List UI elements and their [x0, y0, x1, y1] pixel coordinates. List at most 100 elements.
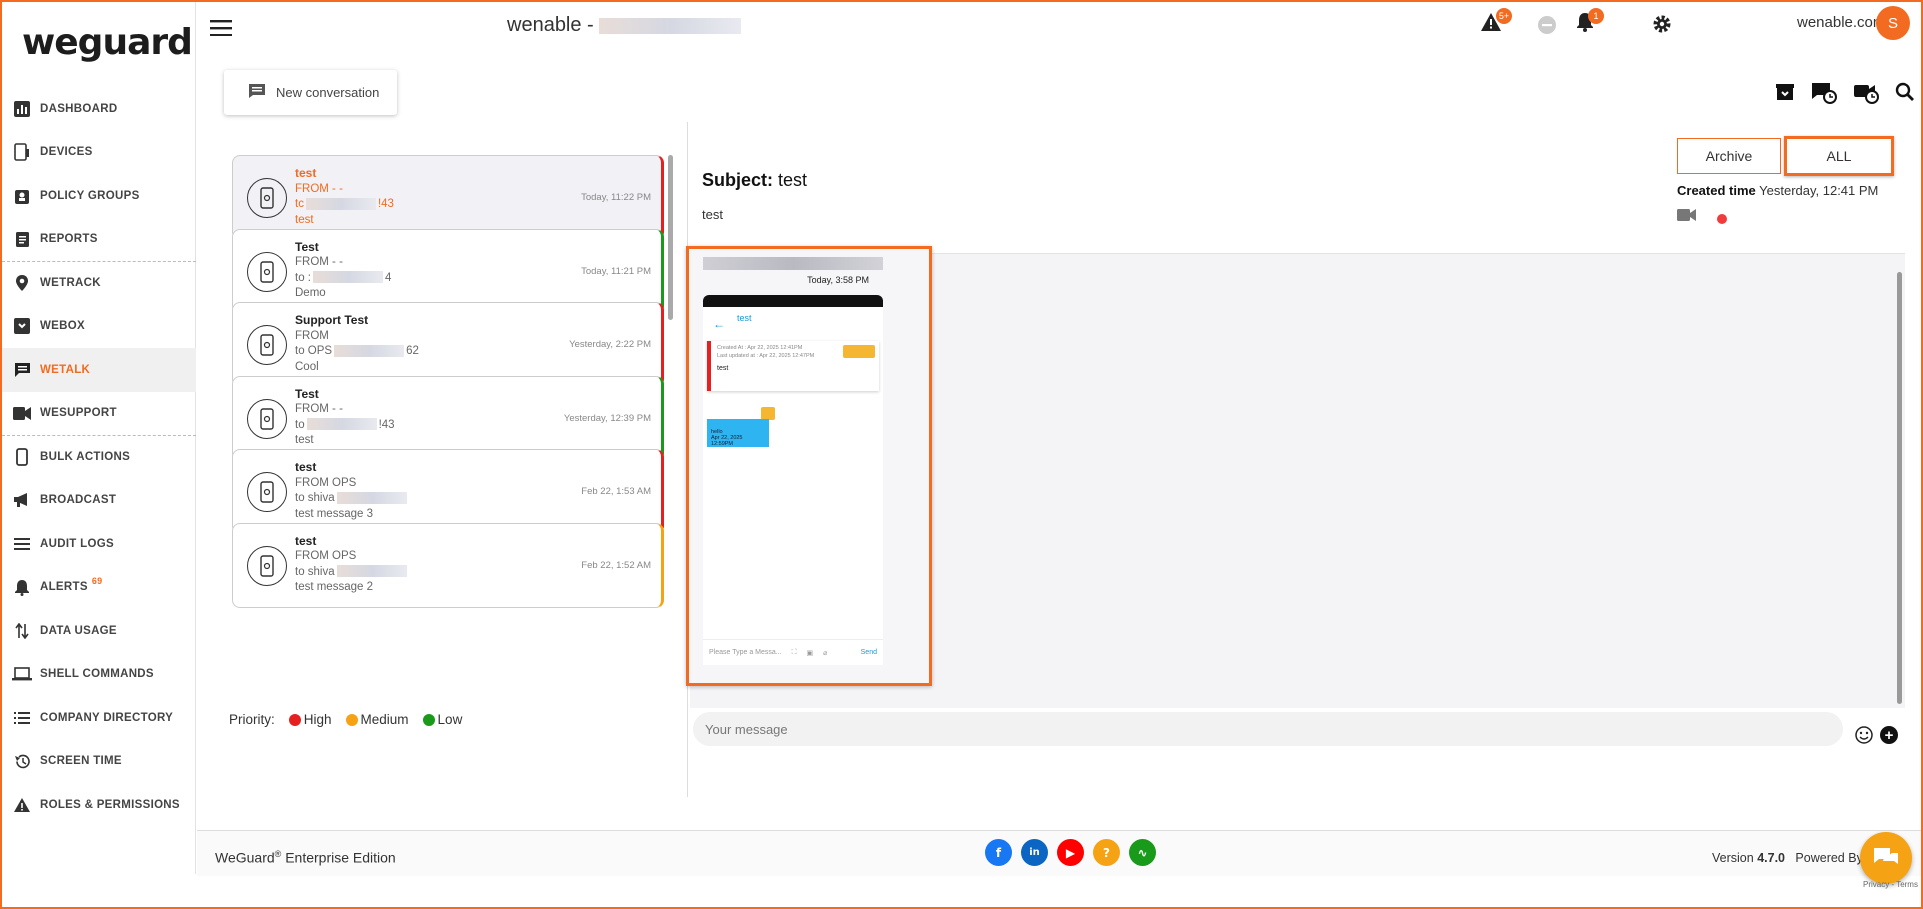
sidebar-item-label: DASHBOARD	[40, 102, 118, 115]
add-attachment-icon[interactable]: +	[1880, 726, 1898, 744]
conversation-to-row: to !43	[295, 418, 395, 434]
sidebar-item-dashboard[interactable]: DASHBOARD	[2, 87, 196, 131]
priority-low-dot	[422, 713, 435, 726]
emoji-icon[interactable]	[1855, 726, 1873, 749]
user-avatar[interactable]: S	[1876, 6, 1910, 40]
sidebar-item-label: DATA USAGE	[40, 624, 117, 637]
all-button[interactable]: ALL	[1784, 136, 1894, 176]
attached-phone-screenshot[interactable]: ← test Created At : Apr 22, 2025 12:41PM…	[703, 295, 883, 665]
sidebar-item-shell-commands[interactable]: SHELL COMMANDS	[2, 653, 196, 697]
device-avatar-icon	[247, 398, 287, 439]
sidebar-item-roles-permissions[interactable]: ROLES & PERMISSIONS	[2, 783, 196, 827]
search-icon[interactable]	[1895, 82, 1915, 109]
facebook-icon[interactable]: f	[985, 839, 1012, 866]
footer-version: Version 4.7.0 Powered By	[1712, 851, 1863, 865]
sidebar-item-webox[interactable]: WEBOX	[2, 305, 196, 349]
sidebar-item-audit-logs[interactable]: AUDIT LOGS	[2, 522, 196, 566]
redacted-recipient	[312, 271, 383, 284]
sidebar-item-broadcast[interactable]: BROADCAST	[2, 479, 196, 523]
sidebar-item-data-usage[interactable]: DATA USAGE	[2, 609, 196, 653]
hamburger-menu-icon[interactable]	[210, 20, 232, 41]
sidebar-item-bulk-actions[interactable]: BULK ACTIONS	[2, 435, 196, 479]
sidebar-item-label: ALERTS	[40, 581, 88, 594]
settings-gear-icon[interactable]	[1652, 14, 1672, 39]
recaptcha-links[interactable]: Privacy - Terms	[1863, 880, 1918, 889]
sidebar-item-wesupport[interactable]: WESUPPORT	[2, 392, 196, 436]
megaphone-icon	[12, 490, 32, 510]
conversation-list-scrollbar[interactable]	[668, 155, 673, 320]
conversation-time: Yesterday, 12:39 PM	[563, 412, 651, 424]
conversation-card[interactable]: Support Test FROM to OPS 62 Cool Yesterday, 2…	[232, 302, 664, 387]
conversation-card[interactable]: test FROM OPS to shiva test message 2 Feb 22…	[232, 522, 664, 608]
tenant-name: wenable -	[507, 14, 594, 36]
conversation-time: Today, 11:21 PM	[581, 265, 651, 277]
sidebar-item-label: SHELL COMMANDS	[40, 668, 154, 681]
conversation-text: Support Test FROM to OPS 62 Cool	[295, 313, 419, 375]
conversation-to: to shiva	[295, 492, 335, 504]
device-avatar-icon	[247, 178, 287, 218]
conversation-time: Feb 22, 1:53 AM	[581, 486, 651, 497]
sidebar-item-label: WESUPPORT	[40, 407, 117, 420]
conversation-to-row: to : 4	[295, 271, 391, 287]
sidebar-item-wetrack[interactable]: WETRACK	[2, 261, 196, 305]
status-pulse-icon[interactable]: ∿	[1129, 839, 1156, 866]
scheduled-chat-icon[interactable]	[1811, 82, 1837, 109]
header-title: wenable -	[507, 14, 742, 37]
conversation-title: test	[295, 460, 317, 474]
video-call-icon[interactable]	[1677, 208, 1697, 227]
sidebar-item-alerts[interactable]: ALERTS 69	[2, 566, 196, 610]
conversation-to: to OPS	[295, 345, 333, 357]
conversation-text: test FROM - - tc !43 test	[295, 166, 394, 228]
sidebar-item-label: COMPANY DIRECTORY	[40, 711, 174, 724]
sidebar-item-wetalk[interactable]: WETALK	[2, 348, 196, 392]
help-icon[interactable]: ?	[1093, 839, 1120, 866]
new-conversation-button[interactable]: New conversation	[224, 70, 397, 115]
youtube-icon[interactable]: ▶	[1057, 839, 1084, 866]
screenshot-message[interactable]: Today, 3:58 PM ← test Created At : Apr 2…	[686, 246, 932, 686]
priority-high-dot	[288, 713, 301, 726]
translate-tag-icon	[843, 345, 875, 358]
alert-warning-icon[interactable]: 5+	[1480, 8, 1512, 37]
user-domain[interactable]: wenable.com	[1797, 14, 1885, 31]
recording-dot-icon[interactable]	[1717, 214, 1727, 224]
message-input[interactable]: Your message	[693, 712, 1843, 746]
conversation-tools	[1775, 82, 1915, 109]
archive-box-icon[interactable]	[1775, 82, 1795, 109]
status-minus-icon[interactable]	[1538, 16, 1556, 39]
camera-icon: ▣	[806, 649, 814, 657]
video-icon	[12, 403, 32, 423]
conversation-title: test	[295, 533, 317, 548]
conversation-title: Test	[295, 386, 319, 401]
scheduled-video-icon[interactable]	[1853, 82, 1879, 109]
conversation-card[interactable]: Test FROM - - to : 4 Demo Today, 11:21 PM	[232, 228, 664, 314]
conversation-card[interactable]: Test FROM - - to !43 test Yesterday, 12:39 PM	[232, 375, 664, 461]
conversation-time: Yesterday, 2:22 PM	[569, 339, 651, 350]
phone-icon	[12, 447, 32, 467]
sidebar-item-policy-groups[interactable]: POLICY GROUPS	[2, 174, 196, 218]
conversation-card[interactable]: test FROM - - tc !43 test Today, 11:22 PM	[232, 155, 664, 240]
sidebar-item-screen-time[interactable]: SCREEN TIME	[2, 740, 196, 784]
conversation-from: FROM	[295, 329, 329, 342]
notification-bell-icon[interactable]: 1	[1576, 8, 1604, 37]
device-avatar-icon	[247, 545, 287, 586]
priority-legend: Priority: High Medium Low	[229, 712, 462, 727]
conversation-text: Test FROM - - to : 4 Demo	[295, 240, 391, 302]
report-icon	[12, 229, 32, 249]
conversation-card[interactable]: test FROM OPS to shiva test message 3 Feb 22…	[232, 449, 664, 534]
message-thread-scrollbar[interactable]	[1897, 272, 1902, 704]
bell-badge: 1	[1588, 8, 1604, 24]
sidebar-item-devices[interactable]: DEVICES	[2, 131, 196, 175]
linkedin-icon[interactable]: in	[1021, 839, 1048, 866]
weguard-logo[interactable]: weguard	[22, 22, 193, 63]
sidebar-item-reports[interactable]: REPORTS	[2, 218, 196, 262]
data-arrows-icon	[12, 621, 32, 641]
conversation-text: test FROM OPS to shiva test message 3	[295, 460, 409, 522]
support-chat-icon[interactable]	[1860, 832, 1912, 884]
phone-body: test	[717, 365, 729, 372]
conversation-preview: test	[295, 213, 314, 226]
sidebar-item-company-directory[interactable]: COMPANY DIRECTORY	[2, 696, 196, 740]
conversation-to: to	[295, 418, 305, 431]
sidebar-item-label: BULK ACTIONS	[40, 451, 131, 464]
footer: WeGuard® Enterprise Edition f in ▶ ? ∿ V…	[197, 830, 1921, 876]
archive-button[interactable]: Archive	[1677, 138, 1781, 174]
